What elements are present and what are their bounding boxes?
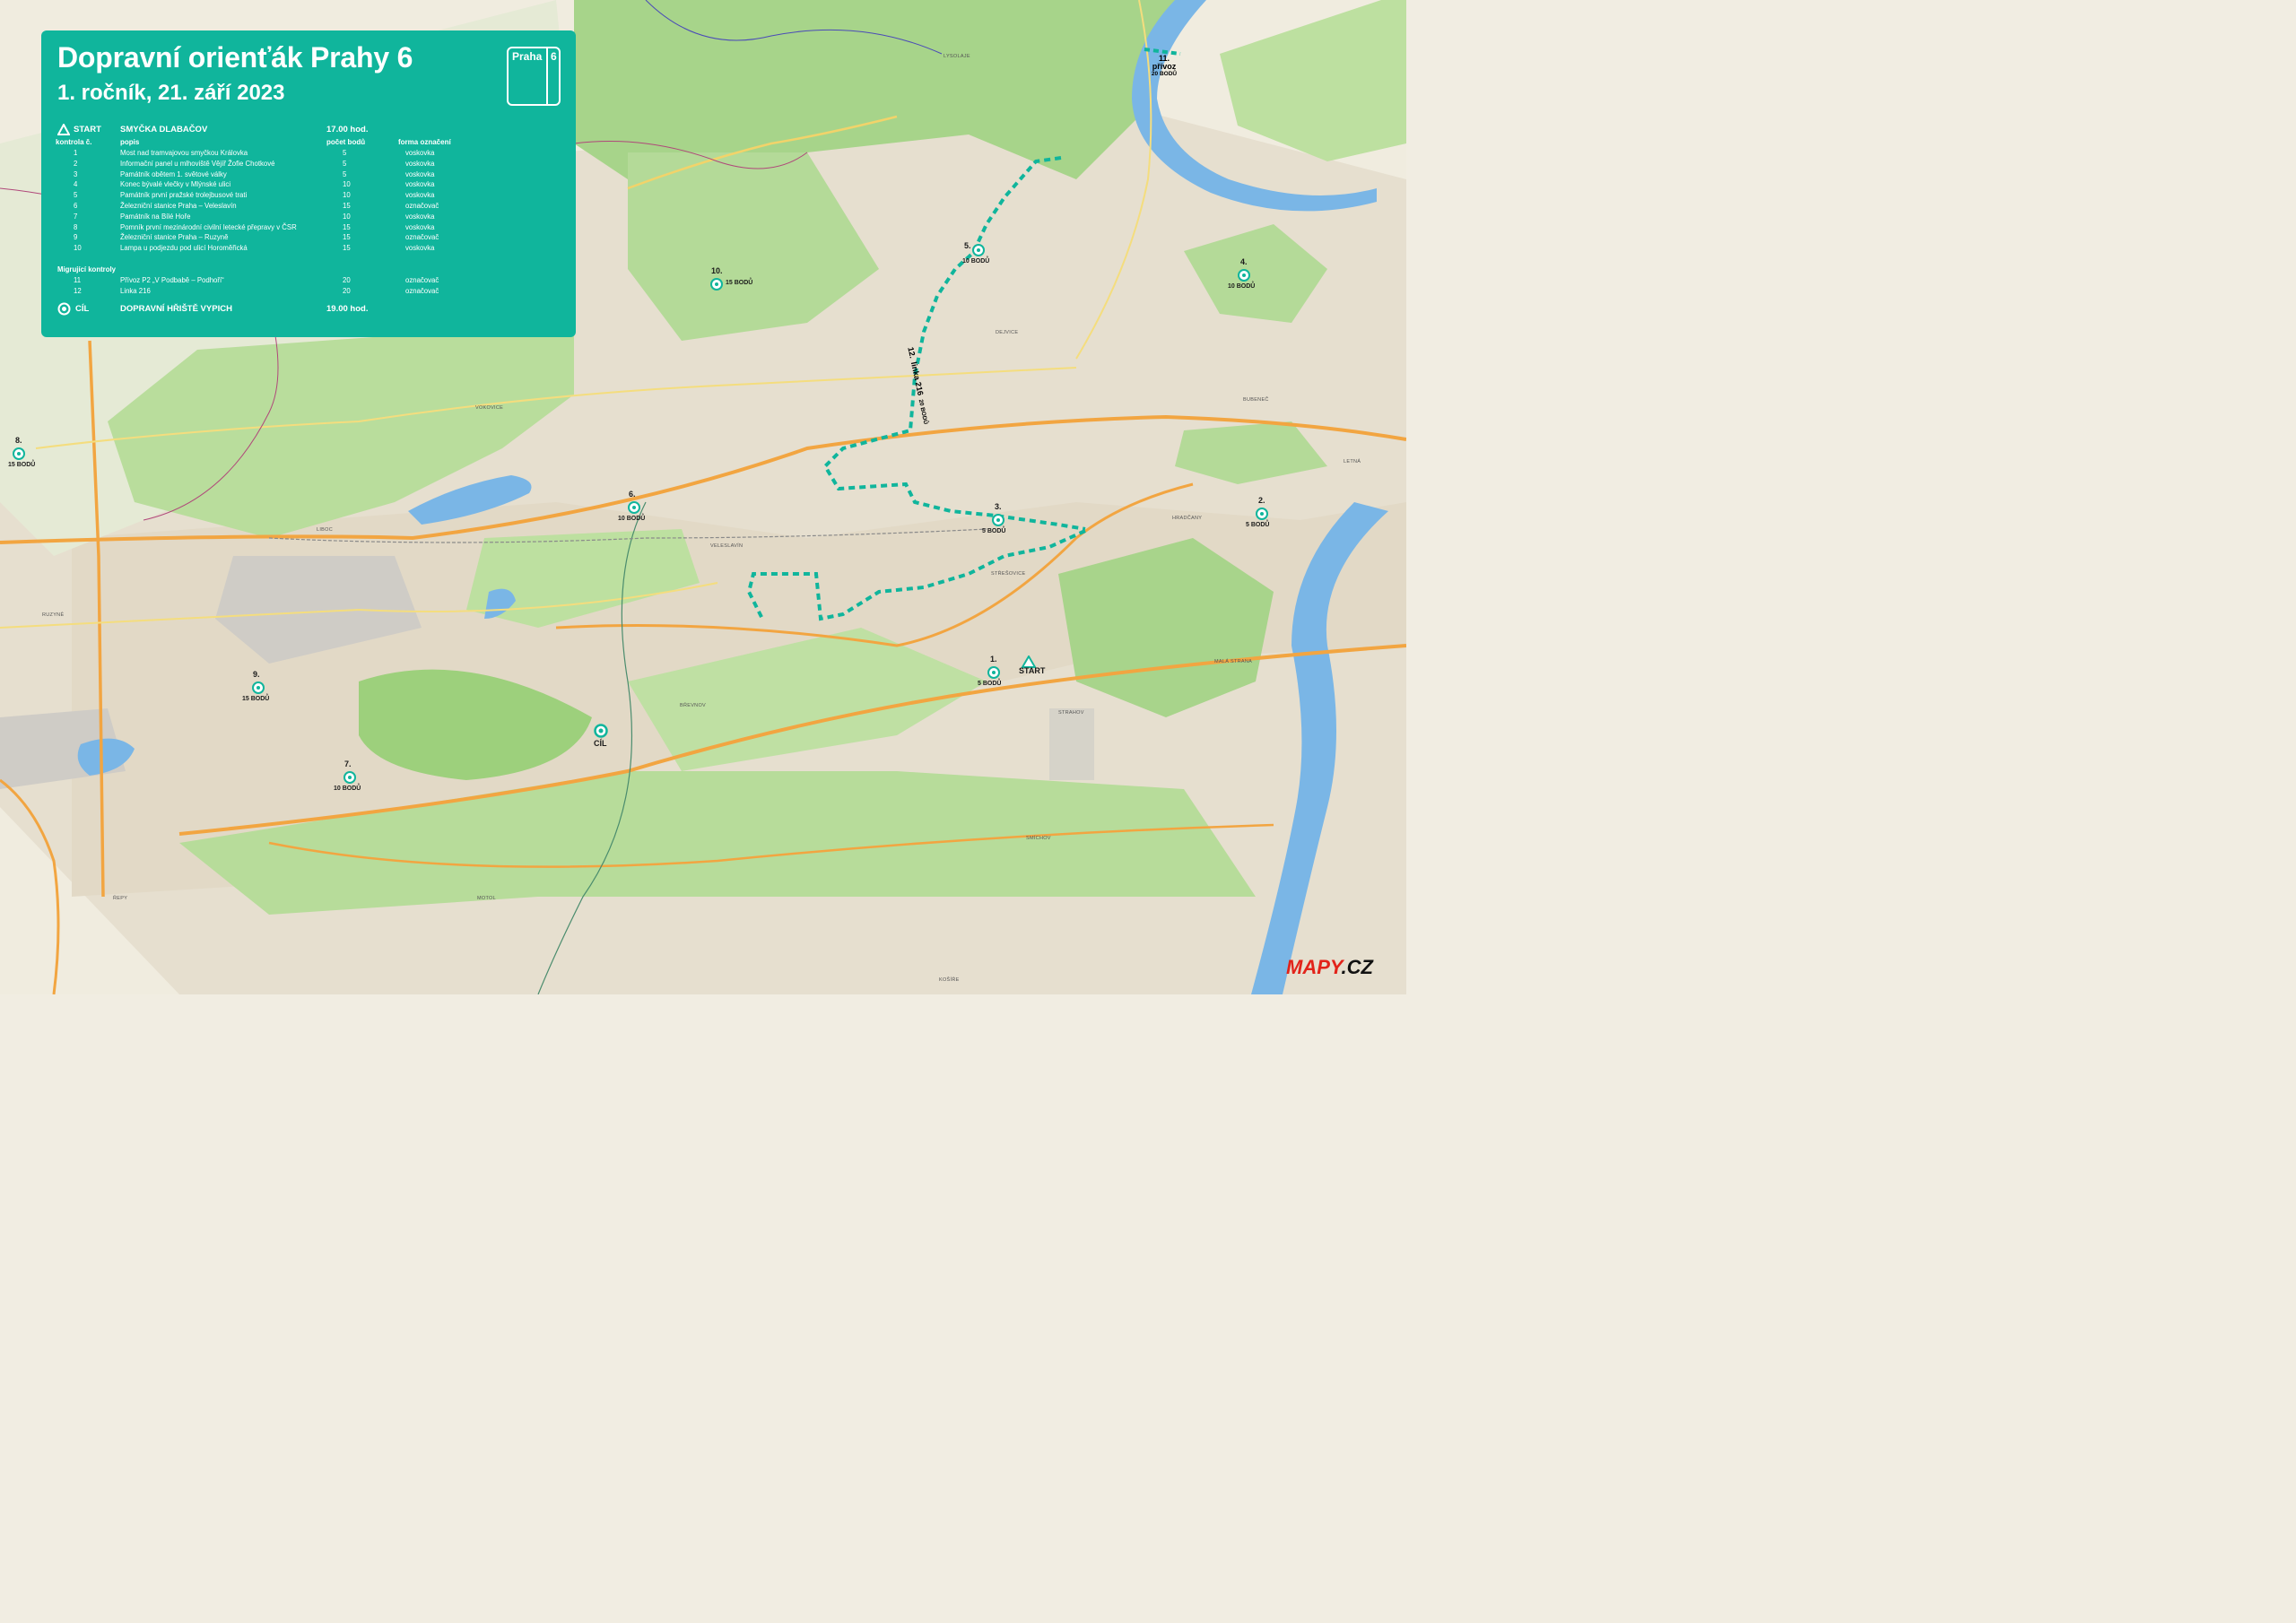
col-header-description: popis bbox=[120, 138, 140, 146]
table-row: 9 Železniční stanice Praha – Ruzyně 15 ozna… bbox=[74, 233, 439, 242]
controls-table: 1 Most nad tramvajovou smyčkou Královka 5 v… bbox=[41, 149, 576, 255]
place-label: ŘEPY bbox=[113, 896, 128, 901]
table-row: 4 Konec bývalé vlečky v Mlýnské ulici 10 vo… bbox=[74, 180, 435, 189]
praha6-logo: Praha 6 bbox=[507, 47, 561, 106]
place-label: MALÁ STRANA bbox=[1214, 659, 1253, 664]
table-row: 11 Přívoz P2 „V Podbabě – Podhoří“ 20 označ… bbox=[74, 276, 439, 284]
table-row: 8 Pomník první mezinárodní civilní leteck… bbox=[74, 222, 435, 231]
mapy-cz-logo[interactable]: MAPY.CZ bbox=[1286, 956, 1373, 979]
start-triangle-icon bbox=[57, 124, 70, 135]
control-ring-icon bbox=[252, 681, 265, 694]
table-row: 1 Most nad tramvajovou smyčkou Královka 5 v… bbox=[74, 149, 435, 157]
control-ring-icon bbox=[628, 501, 640, 514]
control-ring-icon bbox=[972, 244, 985, 256]
place-label: BUBENEČ bbox=[1243, 397, 1269, 403]
finish-row: CÍL DOPRAVNÍ HŘIŠTĚ VYPICH 19.00 hod. bbox=[56, 302, 567, 316]
place-label: LYSOLAJE bbox=[944, 54, 970, 59]
page-subtitle: 1. ročník, 21. září 2023 bbox=[57, 81, 285, 105]
migrating-table: 11 Přívoz P2 „V Podbabě – Podhoří“ 20 označ… bbox=[41, 276, 576, 298]
place-label: SMÍCHOV bbox=[1026, 836, 1051, 841]
place-label: RUZYNĚ bbox=[42, 612, 65, 618]
strahov-stadium bbox=[1049, 708, 1094, 780]
finish-target-icon bbox=[594, 724, 608, 738]
place-label: KOŠÍŘE bbox=[939, 977, 960, 983]
page-title: Dopravní orienťák Prahy 6 bbox=[57, 41, 413, 74]
place-label: BŘEVNOV bbox=[680, 703, 706, 708]
start-row: START SMYČKA DLABAČOV 17.00 hod. bbox=[56, 124, 567, 136]
place-label: STRAHOV bbox=[1058, 710, 1084, 716]
control-ring-icon bbox=[1238, 269, 1250, 282]
place-label: DEJVICE bbox=[996, 330, 1019, 335]
legend-panel: Dopravní orienťák Prahy 6 1. ročník, 21.… bbox=[41, 30, 576, 337]
map-finish-marker[interactable]: CÍL bbox=[594, 724, 608, 748]
control-ring-icon bbox=[1256, 508, 1268, 520]
col-header-points: počet bodů bbox=[326, 138, 366, 146]
table-row: 10 Lampa u podjezdu pod ulicí Horoměřická… bbox=[74, 244, 435, 253]
place-label: VELESLAVÍN bbox=[710, 543, 744, 549]
col-header-number: kontrola č. bbox=[56, 138, 92, 146]
control-ring-icon bbox=[13, 447, 25, 460]
place-label: HRADČANY bbox=[1172, 516, 1203, 521]
control-ring-icon bbox=[987, 666, 1000, 679]
control-ring-icon bbox=[992, 514, 1004, 526]
place-label: MOTOL bbox=[477, 896, 496, 901]
finish-target-icon bbox=[57, 302, 71, 316]
table-row: 6 Železniční stanice Praha – Veleslavín 15… bbox=[74, 201, 439, 210]
col-header-marking: forma označení bbox=[398, 138, 451, 146]
place-label: LETNÁ bbox=[1344, 459, 1361, 464]
table-row: 3 Památník obětem 1. světové války 5 voskov… bbox=[74, 169, 435, 178]
map-label-ferry[interactable]: 11. přívoz 20 BODŮ bbox=[1148, 54, 1180, 77]
logo-divider bbox=[546, 48, 548, 104]
place-label: VOKOVICE bbox=[475, 405, 504, 411]
table-row: 5 Památník první pražské trolejbusové tra… bbox=[74, 191, 435, 200]
migrating-section-title: Migrující kontroly bbox=[57, 265, 116, 273]
control-ring-icon bbox=[344, 771, 356, 784]
map-start-marker[interactable]: START bbox=[1019, 655, 1045, 675]
place-label: STŘEŠOVICE bbox=[991, 571, 1026, 577]
table-row: 7 Památník na Bílé Hoře 10 voskovka bbox=[74, 212, 435, 221]
place-label: LIBOC bbox=[317, 527, 334, 533]
control-ring-icon bbox=[710, 278, 723, 291]
table-row: 2 Informační panel u mlhoviště Vějíř Žofi… bbox=[74, 159, 435, 168]
table-row: 12 Linka 216 20 označovač bbox=[74, 286, 439, 295]
